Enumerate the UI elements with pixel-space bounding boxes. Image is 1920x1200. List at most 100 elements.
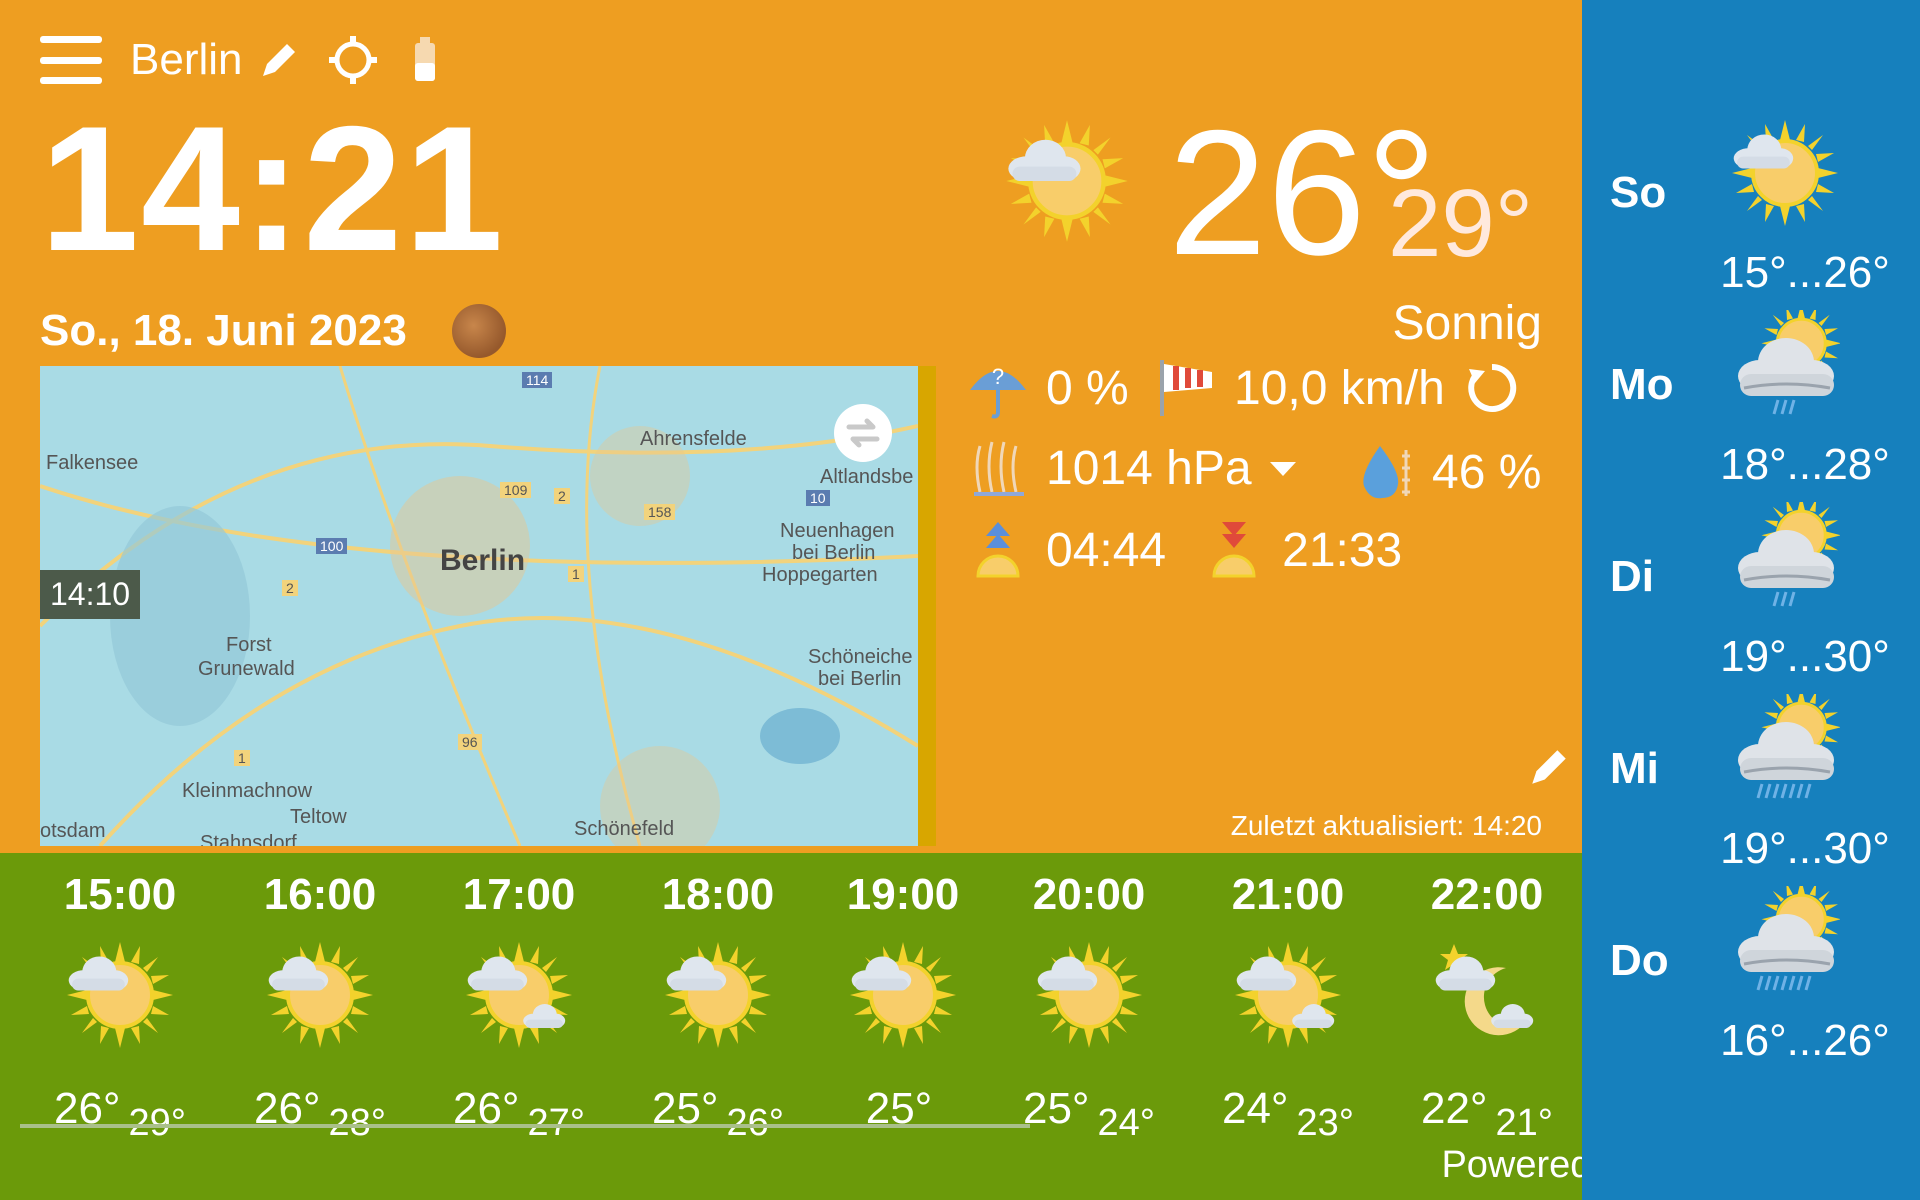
hourly-item[interactable]: 22:00 22° 21°: [1402, 870, 1572, 1144]
hourly-item[interactable]: 18:00 25° 26°: [633, 870, 803, 1144]
daily-weather-icon: [1738, 686, 1843, 799]
day-temp-range: 18°...28°: [1720, 440, 1890, 489]
map-label: bei Berlin: [792, 542, 876, 564]
daily-item[interactable]: Mo 18°...28°: [1582, 302, 1920, 502]
clock-date: So., 18. Juni 2023: [40, 306, 407, 355]
hour-time: 22:00: [1430, 870, 1544, 919]
hourly-scrollbar[interactable]: [20, 1124, 1030, 1128]
current-weather-icon: [1002, 118, 1132, 244]
hour-feels-like: 29°: [128, 1102, 186, 1144]
hour-time: 17:00: [462, 870, 576, 919]
road-shield: 158: [644, 504, 676, 520]
sunrise-icon: [976, 522, 1020, 578]
hourly-item[interactable]: 16:00 26° 28°: [235, 870, 405, 1144]
sunset-time: 21:33: [1282, 523, 1403, 577]
radar-map[interactable]: Falkensee Ahrensfelde Altlandsbe Berlin …: [40, 366, 936, 846]
precip-row: ? 0 %: [966, 356, 1129, 420]
wind-direction-icon: [1468, 363, 1517, 412]
map-label: Schönefeld: [574, 818, 675, 840]
daily-weather-icon: [1738, 878, 1843, 991]
daily-weather-icon: [1738, 494, 1843, 607]
swap-arrows-icon: [846, 418, 880, 448]
map-label: Schöneiche: [808, 646, 913, 668]
city-name[interactable]: Berlin: [130, 35, 243, 85]
humidity-drop-icon: [1363, 446, 1410, 499]
radar-time-badge: 14:10: [40, 570, 141, 619]
hour-time: 15:00: [63, 870, 177, 919]
hourly-weather-icon: [1034, 940, 1144, 1050]
last-updated: Zuletzt aktualisiert: 14:20: [1230, 810, 1542, 841]
hour-temperature: 22°: [1420, 1084, 1488, 1133]
road-shield: 114: [522, 372, 553, 388]
hourly-weather-icon: [265, 940, 375, 1050]
swap-map-button[interactable]: [834, 404, 892, 462]
road-shield: 2: [282, 580, 298, 596]
hourly-weather-icon: [1233, 940, 1343, 1050]
hour-temperature: 25°: [1022, 1084, 1090, 1133]
sunset-icon: [1212, 522, 1256, 578]
daily-item[interactable]: Di 19°...30°: [1582, 494, 1920, 694]
hour-feels-like: 24°: [1097, 1102, 1155, 1144]
map-label: bei Berlin: [818, 668, 902, 690]
hour-feels-like: 28°: [328, 1102, 386, 1144]
day-temp-range: 19°...30°: [1720, 824, 1890, 873]
hamburger-menu-icon[interactable]: [40, 36, 102, 84]
pressure-icon: [974, 441, 1024, 496]
map-label: Forst: [226, 634, 272, 656]
hour-feels-like: 21°: [1495, 1102, 1553, 1144]
hourly-weather-icon: [65, 940, 175, 1050]
hourly-weather-icon: [1435, 944, 1534, 1036]
map-label: Grunewald: [198, 658, 295, 680]
hourly-item[interactable]: 20:00 25° 24°: [1004, 870, 1174, 1144]
daily-item[interactable]: So 15°...26°: [1582, 118, 1920, 310]
daily-item[interactable]: Do 16°...26°: [1582, 878, 1920, 1078]
hour-time: 20:00: [1032, 870, 1146, 919]
hour-temp-group: 24° 23°: [1203, 1084, 1373, 1144]
map-label: Ahrensfelde: [640, 428, 747, 450]
hourly-item[interactable]: 19:00 25°: [818, 870, 988, 1134]
edit-pencil-icon[interactable]: [1526, 744, 1572, 790]
battery-icon: [414, 37, 435, 81]
daily-item[interactable]: Mi 19°...30°: [1582, 686, 1920, 886]
hour-time: 19:00: [846, 870, 960, 919]
pressure-row: 1014 hPa: [966, 436, 1298, 500]
moon-phase-icon: [452, 304, 506, 358]
humidity: 46 %: [1432, 445, 1542, 499]
hour-time: 21:00: [1231, 870, 1345, 919]
daily-forecast: So 15°...26° Mo 18°...28° Di 19°...30° Mi 19°..…: [1582, 0, 1920, 1200]
hourly-item[interactable]: 21:00 24° 23°: [1203, 870, 1373, 1144]
map-roads: [40, 366, 918, 846]
clock-time: 14:21: [40, 89, 506, 288]
wind-speed: 10,0 km/h: [1234, 361, 1445, 415]
hour-time: 18:00: [661, 870, 775, 919]
wind-row: 10,0 km/h: [1154, 356, 1519, 420]
day-name: So: [1610, 168, 1667, 217]
edit-pencil-icon[interactable]: [257, 38, 301, 82]
day-temp-range: 19°...30°: [1720, 632, 1890, 681]
air-pressure: 1014 hPa: [1046, 441, 1252, 495]
road-shield: 1: [568, 566, 584, 582]
windsock-icon: [1160, 360, 1212, 416]
precip-probability: 0 %: [1046, 361, 1129, 415]
day-temp-range: 16°...26°: [1720, 1016, 1890, 1065]
day-name: Do: [1610, 936, 1669, 985]
hourly-item[interactable]: 17:00 26° 27°: [434, 870, 604, 1144]
map-label: Neuenhagen: [780, 520, 895, 542]
chevron-down-icon[interactable]: [1268, 458, 1298, 478]
map-label: Altlandsbe: [820, 466, 914, 488]
map-label: Falkensee: [46, 452, 139, 474]
humidity-row: 46 %: [1352, 440, 1541, 504]
map-label: Kleinmachnow: [182, 780, 313, 802]
hourly-weather-icon: [663, 940, 773, 1050]
hour-feels-like: 23°: [1296, 1102, 1354, 1144]
road-shield: 109: [500, 482, 532, 498]
location-crosshair-icon[interactable]: [327, 34, 379, 86]
road-shield: 10: [806, 490, 830, 506]
hourly-item[interactable]: 15:00 26° 29°: [35, 870, 205, 1144]
feels-like-temperature: 29°: [1388, 170, 1534, 277]
map-label: Hoppegarten: [762, 564, 878, 586]
hour-feels-like: 26°: [726, 1102, 784, 1144]
road-shield: 100: [316, 538, 348, 554]
day-name: Di: [1610, 552, 1654, 601]
hour-temperature: 24°: [1221, 1084, 1289, 1133]
